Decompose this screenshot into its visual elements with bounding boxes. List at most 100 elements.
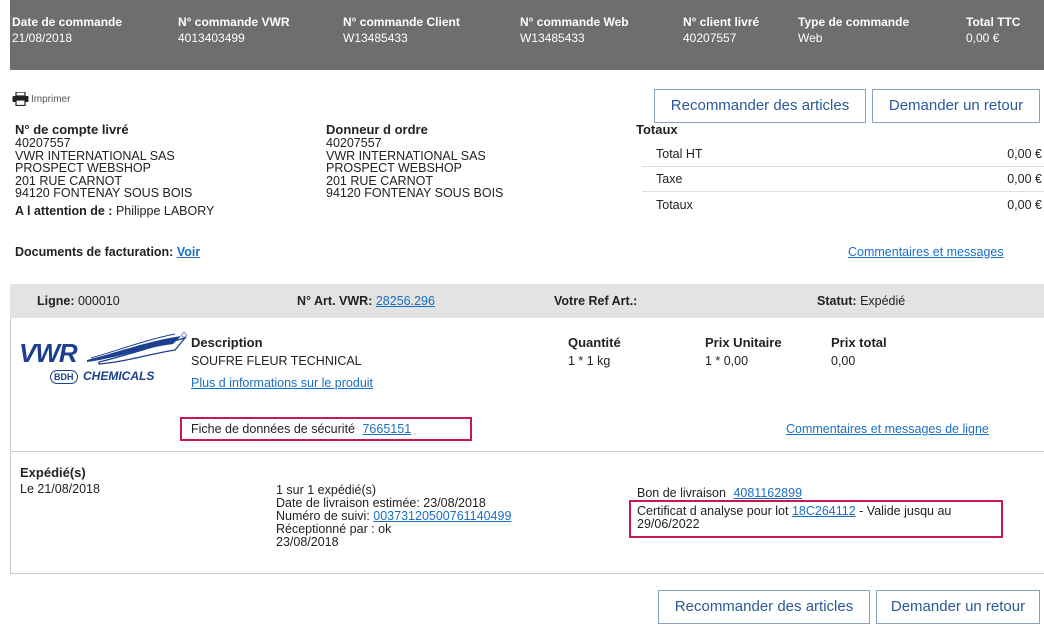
tracking-link[interactable]: 00373120500761140499 <box>373 509 511 523</box>
print-label: Imprimer <box>31 93 71 105</box>
shipment-details: 1 sur 1 expédié(s) Date de livraison est… <box>276 484 511 549</box>
total-price-value: 0,00 <box>831 354 856 368</box>
status-label: Statut: <box>817 294 857 308</box>
line-comments-link[interactable]: Commentaires et messages de ligne <box>786 422 989 436</box>
attention-line: A l attention de : Philippe LABORY <box>15 204 214 218</box>
header-col-client-order: N° commande Client W13485433 <box>343 14 460 46</box>
header-col-web-order: N° commande Web W13485433 <box>520 14 629 46</box>
shipment-title: Expédié(s) <box>20 465 86 480</box>
header-col-vwr-order: N° commande VWR 4013403499 <box>178 14 289 46</box>
billing-documents: Documents de facturation: Voir <box>15 245 200 259</box>
your-ref-label: Votre Ref Art.: <box>554 294 638 308</box>
header-label: Type de commande <box>798 15 910 29</box>
order-header-bar: Date de commande 21/08/2018 N° commande … <box>10 0 1044 70</box>
quantity-value: 1 * 1 kg <box>568 354 611 368</box>
coa-valid-label: - Valide jusqu au <box>859 504 952 518</box>
attention-label: A l attention de : <box>15 204 113 218</box>
logo-text: VWR <box>19 338 78 368</box>
totals-row-value: 0,00 € <box>1007 172 1042 186</box>
header-label: N° commande VWR <box>178 15 290 29</box>
more-info-link[interactable]: Plus d informations sur le produit <box>191 376 373 390</box>
address-line: 40207557 <box>15 136 71 150</box>
certificate-of-analysis: Certificat d analyse pour lot 18C264112 … <box>637 505 997 531</box>
header-label: N° commande Client <box>343 15 460 29</box>
art-label: N° Art. VWR: <box>297 294 373 308</box>
header-value: 21/08/2018 <box>12 31 73 45</box>
shipment-date: Le 21/08/2018 <box>20 482 100 496</box>
line-value: 000010 <box>77 294 120 308</box>
reorder-items-button[interactable]: Recommander des articles <box>654 89 866 123</box>
printer-icon <box>12 92 29 106</box>
vwr-article-link[interactable]: 28256.296 <box>376 294 435 308</box>
delivery-note-link[interactable]: 4081162899 <box>733 486 802 500</box>
attention-value: Philippe LABORY <box>115 204 215 218</box>
address-line: 40207557 <box>326 136 382 150</box>
request-return-button-bottom[interactable]: Demander un retour <box>876 590 1040 624</box>
totals-row: Taxe 0,00 € <box>642 168 1044 192</box>
line-status: Statut: Expédié <box>817 284 905 318</box>
header-label: Date de commande <box>12 15 123 29</box>
coa-lot-link[interactable]: 18C264112 <box>792 504 856 518</box>
address-line: 94120 FONTENAY SOUS BOIS <box>326 186 504 200</box>
header-value: Web <box>798 31 823 45</box>
comments-messages-link[interactable]: Commentaires et messages <box>848 245 1004 259</box>
header-value: 4013403499 <box>178 31 245 45</box>
print-button[interactable]: Imprimer <box>12 92 70 106</box>
sds-label: Fiche de données de sécurité <box>191 422 355 436</box>
totals-row-label: Totaux <box>656 198 693 212</box>
tracking-label: Numéro de suivi: <box>276 509 370 523</box>
address-line: PROSPECT WEBSHOP <box>326 161 462 175</box>
account-title: N° de compte livré <box>15 122 129 137</box>
totals-row-label: Taxe <box>656 172 683 186</box>
shipment-section: Expédié(s) Le 21/08/2018 1 sur 1 expédié… <box>10 452 1044 574</box>
totals-row-value: 0,00 € <box>1007 147 1042 161</box>
address-line: 94120 FONTENAY SOUS BOIS <box>15 186 193 200</box>
vwr-bdh-logo: VWR BDH CHEMICALS <box>19 332 187 388</box>
total-price-label: Prix total <box>831 335 887 350</box>
header-col-order-date: Date de commande 21/08/2018 <box>12 14 122 46</box>
header-col-delivered-client: N° client livré 40207557 <box>683 14 759 46</box>
request-return-button[interactable]: Demander un retour <box>872 89 1040 123</box>
orderer-address: 40207557 VWR INTERNATIONAL SAS PROSPECT … <box>326 137 503 200</box>
received-date: 23/08/2018 <box>276 535 339 549</box>
header-value: 40207557 <box>683 31 737 45</box>
coa-label: Certificat d analyse pour lot <box>637 504 789 518</box>
totals-title: Totaux <box>636 122 678 137</box>
quantity-label: Quantité <box>568 335 621 350</box>
totals-row: Totaux 0,00 € <box>642 194 1044 218</box>
delivery-note: Bon de livraison 4081162899 <box>637 486 802 500</box>
delivery-note-label: Bon de livraison <box>637 486 726 500</box>
safety-data-sheet: Fiche de données de sécurité 7665151 <box>191 422 411 436</box>
header-value: W13485433 <box>343 31 408 45</box>
unit-price-label: Prix Unitaire <box>705 335 782 350</box>
vwr-article: N° Art. VWR: 28256.296 <box>297 284 435 318</box>
totals-row: Total HT 0,00 € <box>642 143 1044 167</box>
orderer-title: Donneur d ordre <box>326 122 428 137</box>
coa-valid-date: 29/06/2022 <box>637 517 700 531</box>
logo-swoosh-icon <box>87 332 187 365</box>
billing-view-link[interactable]: Voir <box>177 245 200 259</box>
unit-price-value: 1 * 0,00 <box>705 354 749 368</box>
header-value: W13485433 <box>520 31 585 45</box>
account-address: 40207557 VWR INTERNATIONAL SAS PROSPECT … <box>15 137 192 200</box>
totals-row-value: 0,00 € <box>1007 198 1042 212</box>
line-label: Ligne: <box>37 294 75 308</box>
header-col-order-type: Type de commande Web <box>798 14 909 46</box>
header-col-total-ttc: Total TTC 0,00 € <box>966 14 1020 46</box>
reorder-items-button-bottom[interactable]: Recommander des articles <box>658 590 870 624</box>
logo-badge: BDH <box>50 370 78 384</box>
address-line: PROSPECT WEBSHOP <box>15 161 151 175</box>
order-line-item: VWR BDH CHEMICALS Description SOUFRE FLE… <box>10 318 1044 452</box>
order-line-header: Ligne: 000010 N° Art. VWR: 28256.296 Vot… <box>10 284 1044 318</box>
sds-link[interactable]: 7665151 <box>362 422 411 436</box>
line-number: Ligne: 000010 <box>37 284 120 318</box>
description-label: Description <box>191 335 263 350</box>
header-label: N° commande Web <box>520 15 629 29</box>
totals-row-label: Total HT <box>656 147 703 161</box>
status-value: Expédié <box>860 294 906 308</box>
header-label: N° client livré <box>683 15 760 29</box>
description-value: SOUFRE FLEUR TECHNICAL <box>191 354 362 368</box>
billing-label: Documents de facturation: <box>15 245 174 259</box>
header-label: Total TTC <box>966 15 1021 29</box>
logo-subtitle: CHEMICALS <box>83 369 155 383</box>
